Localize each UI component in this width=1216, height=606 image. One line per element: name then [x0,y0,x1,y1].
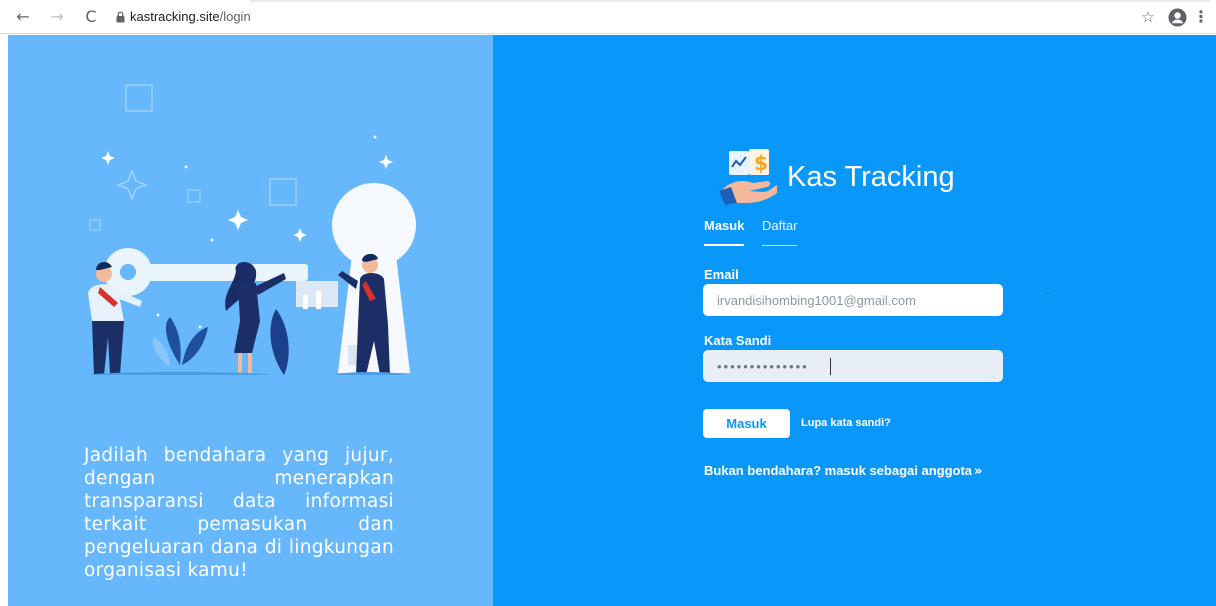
active-tab-underline [704,244,745,246]
reload-icon[interactable]: C [82,8,100,26]
password-label: Kata Sandi [704,333,772,348]
brand-name: Kas Tracking [787,161,955,193]
decorative-dot [1047,292,1049,294]
illustration-panel: Jadilah bendahara yang jujur, dengan men… [8,35,493,606]
login-panel: $ Kas Tracking Masuk Daftar Email Kata S… [493,35,1216,606]
svg-text:$: $ [754,151,768,175]
lock-icon [116,11,125,23]
member-login-text: Bukan bendahara? masuk sebagai anggota [704,463,973,478]
tab-masuk-label: Masuk [704,218,745,233]
browser-toolbar: ← → C kastracking.site/login ☆ ⋮ [0,0,1216,34]
tab-daftar-label: Daftar [762,218,798,233]
tab-daftar[interactable]: Daftar [762,218,798,246]
key-teamwork-illustration [88,84,416,375]
email-label: Email [704,267,739,282]
password-input[interactable] [703,350,1003,382]
profile-avatar-icon[interactable] [1168,8,1187,27]
bookmark-star-icon[interactable]: ☆ [1139,8,1157,26]
text-caret [830,358,831,375]
tab-masuk[interactable]: Masuk [704,218,745,246]
login-button[interactable]: Masuk [703,409,790,438]
forward-arrow-icon[interactable]: → [48,8,66,26]
kas-tracking-logo-icon: $ [719,149,777,205]
tagline-text: Jadilah bendahara yang jujur, dengan men… [84,444,394,581]
forgot-password-link[interactable]: Lupa kata sandi? [801,417,891,429]
url-host: kastracking.site [130,9,220,24]
back-arrow-icon[interactable]: ← [14,8,32,26]
url-path: /login [219,9,251,24]
menu-kebab-icon[interactable]: ⋮ [1192,8,1210,26]
member-login-link[interactable]: Bukan bendahara? masuk sebagai anggota» [704,463,982,479]
tab-strip-line [250,0,1210,2]
address-bar[interactable]: kastracking.site/login [130,9,251,24]
login-page: Jadilah bendahara yang jujur, dengan men… [8,35,1216,606]
email-input[interactable] [703,284,1003,316]
tab-underline [762,245,798,246]
double-chevron-right-icon: » [974,464,983,479]
